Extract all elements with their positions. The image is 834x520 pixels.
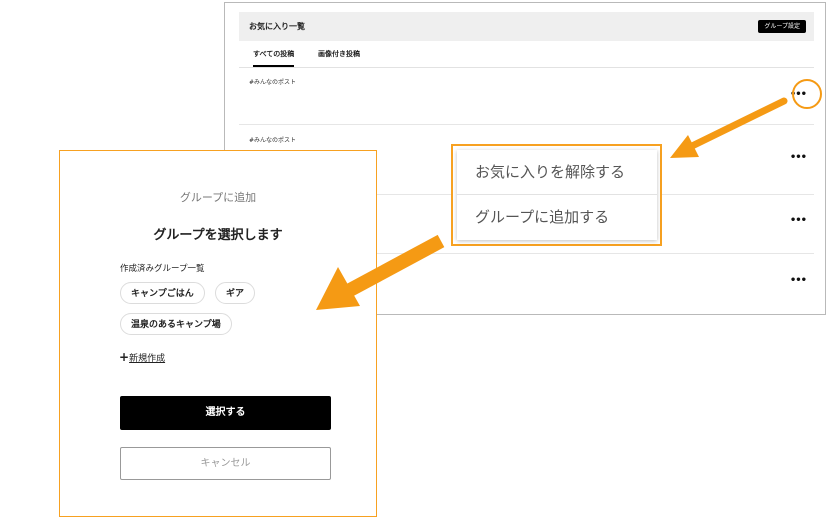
tab-image-posts[interactable]: 画像付き投稿 — [318, 49, 360, 65]
new-group-label: 新規作成 — [129, 354, 166, 364]
group-settings-button[interactable]: グループ設定 — [758, 20, 806, 33]
modal-title: グループを選択します — [153, 228, 283, 243]
plus-icon: + — [119, 350, 130, 364]
more-options-icon[interactable]: ••• — [790, 275, 807, 286]
post-row: #みんなのポスト ••• — [239, 67, 814, 125]
group-list-label: 作成済みグループ一覧 — [120, 264, 205, 274]
highlight-circle — [792, 79, 822, 109]
modal-subtitle: グループに追加 — [179, 191, 257, 204]
group-chip[interactable]: ギア — [215, 282, 256, 304]
context-menu-callout: お気に入りを解除する グループに追加する — [451, 144, 662, 246]
tab-bar: すべての投稿 画像付き投稿 — [239, 41, 814, 68]
select-button[interactable]: 選択する — [120, 396, 331, 430]
context-menu: お気に入りを解除する グループに追加する — [457, 150, 657, 240]
favorites-header: お気に入り一覧 グループ設定 — [239, 12, 814, 41]
remove-favorite-menu-item[interactable]: お気に入りを解除する — [457, 150, 657, 195]
cancel-button[interactable]: キャンセル — [120, 447, 331, 480]
tab-all-posts[interactable]: すべての投稿 — [253, 49, 295, 67]
post-tag: #みんなのポスト — [249, 137, 297, 144]
page-title: お気に入り一覧 — [249, 22, 305, 31]
post-tag: #みんなのポスト — [249, 79, 297, 86]
new-group-link[interactable]: +新規作成 — [119, 350, 165, 364]
group-chip[interactable]: 温泉のあるキャンプ場 — [120, 313, 232, 335]
more-options-icon[interactable]: ••• — [790, 152, 807, 163]
add-to-group-modal: グループに追加 グループを選択します 作成済みグループ一覧 キャンプごはん ギア… — [59, 150, 377, 517]
group-chip[interactable]: キャンプごはん — [120, 282, 205, 304]
add-to-group-menu-item[interactable]: グループに追加する — [457, 195, 657, 240]
more-options-icon[interactable]: ••• — [790, 215, 807, 226]
